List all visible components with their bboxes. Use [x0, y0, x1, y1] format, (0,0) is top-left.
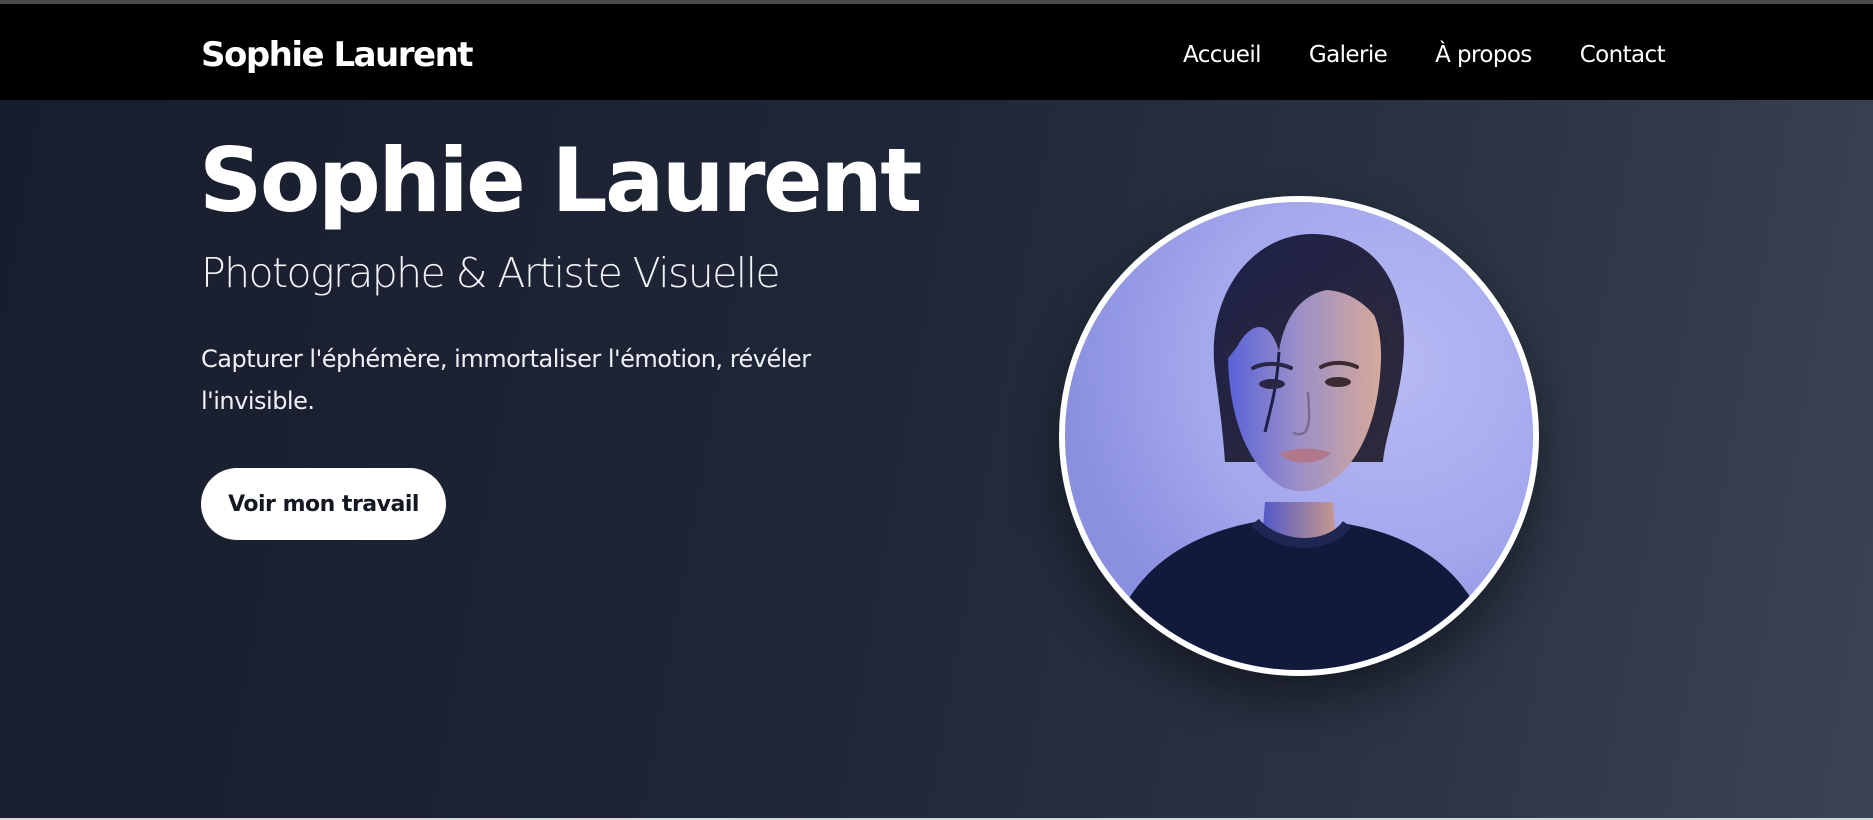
nav-item-a-propos: À propos — [1435, 40, 1532, 70]
nav-link-a-propos[interactable]: À propos — [1435, 42, 1532, 68]
view-work-button[interactable]: Voir mon travail — [201, 468, 446, 540]
nav-link-galerie[interactable]: Galerie — [1309, 42, 1388, 68]
nav-menu: Accueil Galerie À propos Contact — [1183, 40, 1666, 70]
nav-link-accueil[interactable]: Accueil — [1183, 42, 1262, 68]
nav-item-galerie: Galerie — [1309, 40, 1388, 70]
left-eye — [1259, 379, 1285, 389]
portrait-illustration — [1065, 202, 1533, 670]
portrait-photo — [1059, 196, 1539, 676]
navbar: Sophie Laurent Accueil Galerie À propos … — [0, 4, 1873, 100]
brand-logo[interactable]: Sophie Laurent — [201, 35, 474, 75]
hero-subtitle: Photographe & Artiste Visuelle — [201, 249, 781, 297]
nav-item-accueil: Accueil — [1183, 40, 1262, 70]
nav-item-contact: Contact — [1580, 40, 1666, 70]
hero-tagline: Capturer l'éphémère, immortaliser l'émot… — [201, 345, 811, 415]
right-eye — [1325, 377, 1351, 387]
nav-link-contact[interactable]: Contact — [1580, 42, 1666, 68]
hero-title: Sophie Laurent — [199, 129, 922, 232]
